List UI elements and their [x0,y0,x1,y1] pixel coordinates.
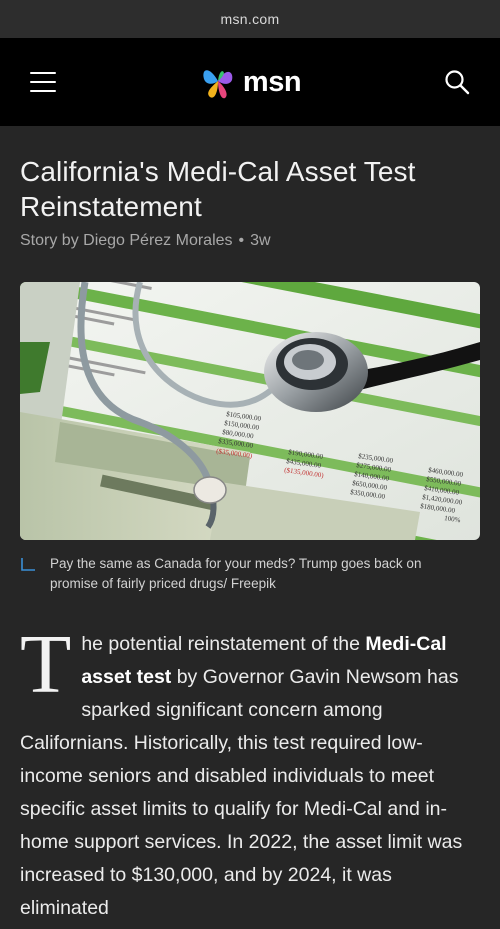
byline-separator: • [238,232,245,249]
url-text: msn.com [220,11,280,27]
butterfly-icon [203,70,233,99]
drop-cap: T [20,618,72,711]
browser-url-bar[interactable]: msn.com [0,0,500,38]
byline: Story by Diego Pérez Morales • 3w [20,232,480,250]
brand-name: msn [242,65,302,98]
msn-logo[interactable]: msn [199,63,302,101]
publish-age: 3w [250,232,271,249]
caption-text: Pay the same as Canada for your meds? Tr… [50,556,422,591]
menu-icon[interactable] [30,72,56,92]
article-body: The potential reinstatement of the Medi-… [20,618,480,925]
article: California's Medi-Cal Asset Test Reinsta… [0,126,500,929]
article-title: California's Medi-Cal Asset Test Reinsta… [20,156,416,222]
image-caption: Pay the same as Canada for your meds? Tr… [20,554,480,594]
body-text-part: he potential reinstatement of the [81,633,366,655]
caption-corner-icon [21,558,35,571]
body-text-part: by Governor Gavin Newsom has sparked sig… [20,666,463,919]
top-navigation: msn [0,38,500,126]
search-icon[interactable] [444,69,470,95]
hero-image[interactable]: $105,000.00 $150,000.00 $80,000.00 $335,… [20,282,480,540]
author[interactable]: Story by Diego Pérez Morales [20,232,233,250]
stethoscope-spreadsheet-photo: $105,000.00 $150,000.00 $80,000.00 $335,… [20,282,480,540]
